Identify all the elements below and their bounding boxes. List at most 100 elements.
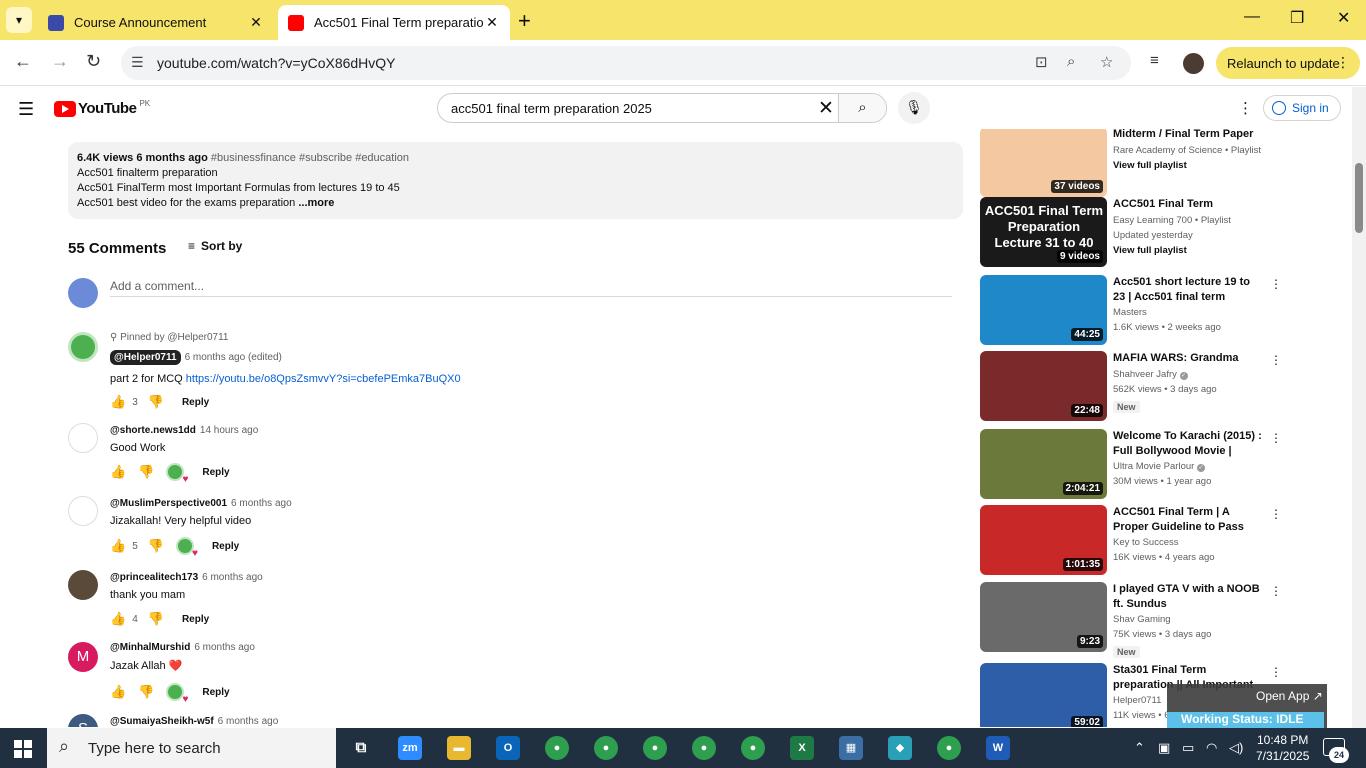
reload-icon[interactable]: ↻	[86, 51, 101, 72]
minimize-icon[interactable]: —	[1244, 8, 1260, 26]
notification-center-icon[interactable]: 24	[1323, 738, 1349, 763]
dislike-icon[interactable]: 👎	[148, 538, 164, 554]
chrome-icon[interactable]: ●	[741, 736, 765, 760]
volume-icon[interactable]: ◁)	[1229, 740, 1243, 756]
dislike-icon[interactable]: 👎	[148, 611, 164, 627]
video-thumbnail[interactable]: 44:25	[980, 275, 1107, 345]
video-thumbnail[interactable]: ACC501 Final Term Preparation Lecture 31…	[980, 197, 1107, 267]
file-explorer-icon[interactable]: ▬	[447, 736, 471, 760]
video-title[interactable]: ACC501 Final Term | A Proper Guideline t…	[1113, 505, 1263, 535]
zoom-icon[interactable]: ⌕	[1067, 53, 1075, 70]
reply-button[interactable]: Reply	[202, 687, 229, 698]
comment-time[interactable]: 6 months ago	[194, 642, 255, 653]
url-text[interactable]: youtube.com/watch?v=yCoX86dHvQY	[157, 55, 396, 71]
comment-time[interactable]: 6 months ago	[231, 498, 292, 509]
video-thumbnail[interactable]: 2:04:21	[980, 429, 1107, 499]
close-tab-icon[interactable]: ✕	[248, 14, 264, 31]
related-video[interactable]: 37 videos Midterm / Final Term Paper ...…	[980, 129, 1280, 197]
relaunch-button[interactable]: Relaunch to update ⋮	[1216, 47, 1360, 79]
dislike-icon[interactable]: 👎	[138, 684, 154, 700]
video-title[interactable]: I played GTA V with a NOOB ft. Sundus	[1113, 582, 1263, 612]
search-input[interactable]: acc501 final term preparation 2025	[451, 101, 652, 116]
dislike-icon[interactable]: 👎	[148, 394, 164, 410]
related-video[interactable]: 44:25 Acc501 short lecture 19 to 23 | Ac…	[980, 275, 1280, 345]
like-icon[interactable]: 👍	[110, 394, 126, 410]
site-info-icon[interactable]: ☰	[131, 54, 144, 71]
search-box[interactable]: acc501 final term preparation 2025 ✕ ⌕	[437, 93, 887, 123]
restore-icon[interactable]: ❐	[1290, 8, 1304, 28]
channel-name[interactable]: Masters	[1113, 305, 1263, 320]
comment-author[interactable]: @princealitech173	[110, 572, 198, 583]
video-title[interactable]: Welcome To Karachi (2015) : Full Bollywo…	[1113, 429, 1263, 459]
outlook-icon[interactable]: O	[496, 736, 520, 760]
video-thumbnail[interactable]: 59:02	[980, 663, 1107, 727]
video-description[interactable]: 6.4K views 6 months ago #businessfinance…	[68, 142, 963, 219]
meet-now-icon[interactable]: ▣	[1158, 740, 1170, 756]
channel-name[interactable]: Key to Success	[1113, 535, 1263, 550]
taskbar-clock[interactable]: 10:48 PM 7/31/2025	[1256, 732, 1309, 764]
battery-icon[interactable]: ▭	[1182, 740, 1194, 756]
reply-button[interactable]: Reply	[212, 541, 239, 552]
comment-author[interactable]: @MuslimPerspective001	[110, 498, 227, 509]
settings-more-icon[interactable]: ⋮	[1238, 99, 1253, 117]
reply-button[interactable]: Reply	[182, 614, 209, 625]
forward-icon[interactable]: →	[51, 51, 69, 72]
new-tab-icon[interactable]: +	[518, 8, 531, 34]
more-vert-icon[interactable]: ⋮	[1336, 54, 1350, 71]
related-video[interactable]: ACC501 Final Term Preparation Lecture 31…	[980, 197, 1280, 267]
video-more-icon[interactable]: ⋮	[1270, 431, 1280, 445]
related-video[interactable]: 2:04:21 Welcome To Karachi (2015) : Full…	[980, 429, 1280, 499]
chrome-icon[interactable]: ●	[643, 736, 667, 760]
view-playlist-link[interactable]: View full playlist	[1113, 158, 1263, 173]
show-more-link[interactable]: ...more	[298, 197, 334, 209]
install-app-icon[interactable]: ⊡	[1035, 53, 1048, 71]
taskbar-search[interactable]: ⌕ Type here to search	[47, 728, 336, 768]
media-control-icon[interactable]: ≡	[1150, 52, 1159, 69]
address-bar[interactable]: ☰ youtube.com/watch?v=yCoX86dHvQY ⊡ ⌕ ☆	[121, 46, 1131, 80]
open-app-label[interactable]: Open App ↗	[1256, 689, 1323, 703]
voice-search-button[interactable]: 🎙	[898, 92, 930, 124]
open-app-overlay[interactable]: Open App ↗ Working Status: IDLE	[1167, 684, 1327, 728]
like-icon[interactable]: 👍	[110, 464, 126, 480]
like-icon[interactable]: 👍	[110, 611, 126, 627]
video-thumbnail[interactable]: 9:23	[980, 582, 1107, 652]
comment-avatar[interactable]	[68, 332, 98, 362]
hashtags[interactable]: #businessfinance #subscribe #education	[211, 152, 409, 164]
channel-name[interactable]: Rare Academy of Science • Playlist	[1113, 143, 1263, 158]
chrome-active-icon[interactable]: ●	[937, 736, 961, 760]
reply-button[interactable]: Reply	[182, 397, 209, 408]
related-video[interactable]: 1:01:35 ACC501 Final Term | A Proper Gui…	[980, 505, 1280, 575]
channel-name[interactable]: Shav Gaming	[1113, 612, 1263, 627]
comment-author[interactable]: @SumaiyaSheikh-w5f	[110, 716, 214, 727]
view-playlist-link[interactable]: View full playlist	[1113, 243, 1263, 258]
back-icon[interactable]: ←	[14, 51, 32, 72]
video-title[interactable]: Midterm / Final Term Paper ...	[1113, 129, 1263, 143]
search-button[interactable]: ⌕	[838, 94, 886, 122]
related-video[interactable]: 9:23 I played GTA V with a NOOB ft. Sund…	[980, 582, 1280, 658]
app-diamond-icon[interactable]: ◆	[888, 736, 912, 760]
bookmark-star-icon[interactable]: ☆	[1100, 53, 1113, 71]
wifi-icon[interactable]: ◠	[1206, 740, 1217, 756]
video-title[interactable]: MAFIA WARS: Grandma Edition!	[1113, 351, 1263, 367]
video-more-icon[interactable]: ⋮	[1270, 277, 1280, 291]
video-more-icon[interactable]: ⋮	[1270, 507, 1280, 521]
chrome-icon[interactable]: ●	[545, 736, 569, 760]
tab-course-announcement[interactable]: Course Announcement ✕	[38, 5, 274, 40]
comment-avatar[interactable]	[68, 423, 98, 453]
video-thumbnail[interactable]: 37 videos	[980, 129, 1107, 197]
comment-avatar[interactable]	[68, 570, 98, 600]
like-icon[interactable]: 👍	[110, 684, 126, 700]
comment-time[interactable]: 14 hours ago	[200, 425, 258, 436]
comment-time[interactable]: 6 months ago	[218, 716, 279, 727]
add-comment-input[interactable]: Add a comment...	[110, 279, 952, 297]
video-thumbnail[interactable]: 1:01:35	[980, 505, 1107, 575]
zoom-app-icon[interactable]: zm	[398, 736, 422, 760]
close-window-icon[interactable]: ✕	[1337, 8, 1350, 28]
video-title[interactable]: Acc501 short lecture 19 to 23 | Acc501 f…	[1113, 275, 1263, 305]
comment-avatar[interactable]: M	[68, 642, 98, 672]
comment-author[interactable]: @Helper0711	[110, 350, 181, 365]
comment-time[interactable]: 6 months ago (edited)	[185, 352, 282, 363]
page-scrollbar[interactable]	[1352, 87, 1366, 728]
profile-avatar[interactable]	[1183, 53, 1204, 74]
video-more-icon[interactable]: ⋮	[1270, 353, 1280, 367]
